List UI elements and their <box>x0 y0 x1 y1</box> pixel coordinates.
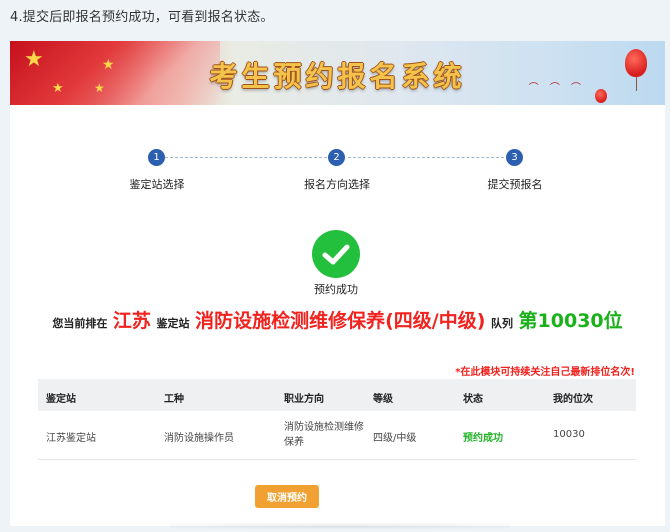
step-3-label: 提交预报名 <box>487 178 543 191</box>
footer-shadow <box>170 523 510 529</box>
step-3-badge: 3 <box>506 149 523 166</box>
col-job-type: 工种 <box>164 394 184 405</box>
hot-air-balloon-icon <box>625 49 647 77</box>
step-2-label: 报名方向选择 <box>304 178 370 191</box>
queue-province: 江苏 <box>112 310 151 332</box>
queue-rank: 第10030位 <box>518 310 623 332</box>
table-header: 鉴定站 工种 职业方向 等级 状态 我的位次 <box>38 379 636 411</box>
balloon-rope <box>636 77 637 91</box>
cell-direction: 消防设施检测维修保养 <box>284 422 364 448</box>
step-2-badge: 2 <box>328 149 345 166</box>
queue-word: 队列 <box>490 317 513 330</box>
cell-job-type: 消防设施操作员 <box>164 433 234 444</box>
success-message: 预约成功 <box>314 283 358 296</box>
col-rank: 我的位次 <box>553 394 593 405</box>
col-level: 等级 <box>373 394 393 405</box>
queue-station-word: 鉴定站 <box>156 317 190 330</box>
cell-rank: 10030 <box>553 429 585 440</box>
col-direction: 职业方向 <box>284 394 324 405</box>
banner: ★ ★ ★ ★ 考生预约报名系统 ⌒ ⌒ ⌒ <box>10 41 665 105</box>
table-row: 江苏鉴定站 消防设施操作员 消防设施检测维修保养 四级/中级 预约成功 1003… <box>38 411 636 460</box>
cell-station: 江苏鉴定站 <box>46 433 96 444</box>
col-status: 状态 <box>463 394 483 405</box>
queue-course: 消防设施检测维修保养(四级/中级) <box>195 310 486 332</box>
checkmark-icon <box>312 230 360 278</box>
cell-status: 预约成功 <box>463 433 503 444</box>
col-station: 鉴定站 <box>46 394 76 405</box>
step-1-label: 鉴定站选择 <box>129 178 185 191</box>
step-connector <box>348 157 504 158</box>
ranking-note: *在此模块可持续关注自己最新排位名次! <box>455 367 635 378</box>
cell-level: 四级/中级 <box>373 433 417 444</box>
step-connector <box>165 157 327 158</box>
page-caption: 4.提交后即报名预约成功，可看到报名状态。 <box>10 10 274 25</box>
cancel-reservation-button[interactable]: 取消预约 <box>255 485 319 508</box>
small-balloon-icon <box>595 89 607 103</box>
registration-card: ★ ★ ★ ★ 考生预约报名系统 ⌒ ⌒ ⌒ 1 鉴定站选择 2 报名方向选择 … <box>10 41 665 529</box>
queue-prefix: 您当前排在 <box>52 317 108 330</box>
queue-status: 您当前排在 江苏 鉴定站 消防设施检测维修保养(四级/中级) 队列 第10030… <box>10 306 665 333</box>
step-1-badge: 1 <box>148 149 165 166</box>
birds-icon: ⌒ ⌒ ⌒ <box>528 83 585 94</box>
